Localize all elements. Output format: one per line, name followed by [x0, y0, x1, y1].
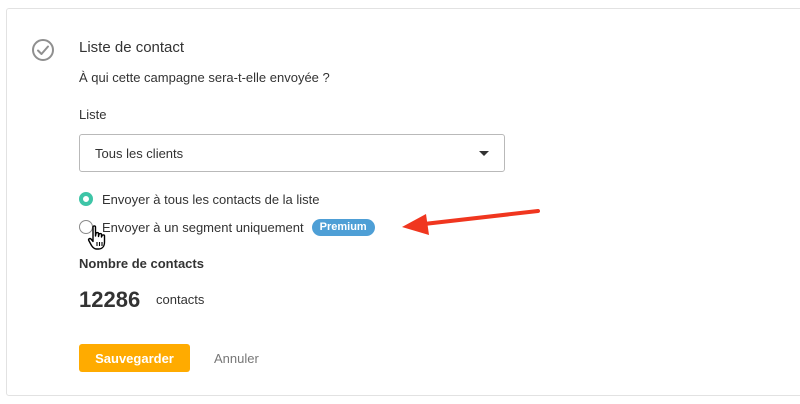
radio-option-all-contacts[interactable]: Envoyer à tous les contacts de la liste: [79, 190, 320, 208]
section-subtitle: À qui cette campagne sera-t-elle envoyée…: [79, 70, 330, 85]
contact-count-unit: contacts: [156, 292, 205, 307]
section-title: Liste de contact: [79, 39, 185, 56]
hand-cursor-icon: [87, 225, 106, 250]
radio-option-segment[interactable]: Envoyer à un segment uniquement Premium: [79, 218, 375, 236]
contact-count-value: 12286: [79, 287, 141, 312]
list-field-label: Liste: [79, 107, 107, 122]
contact-count-label: Nombre de contacts: [79, 256, 204, 271]
save-button[interactable]: Sauvegarder: [79, 344, 190, 372]
radio-button-checked[interactable]: [79, 192, 93, 206]
radio-option-label: Envoyer à un segment uniquement: [102, 219, 304, 235]
radio-option-label: Envoyer à tous les contacts de la liste: [102, 191, 320, 207]
check-circle-icon: [32, 39, 54, 61]
caret-down-icon: [479, 151, 489, 156]
red-arrow-icon: [402, 209, 540, 235]
list-select-value: Tous les clients: [95, 146, 184, 161]
list-select[interactable]: Tous les clients: [79, 134, 505, 172]
premium-badge: Premium: [311, 218, 375, 236]
cancel-button[interactable]: Annuler: [206, 344, 267, 372]
